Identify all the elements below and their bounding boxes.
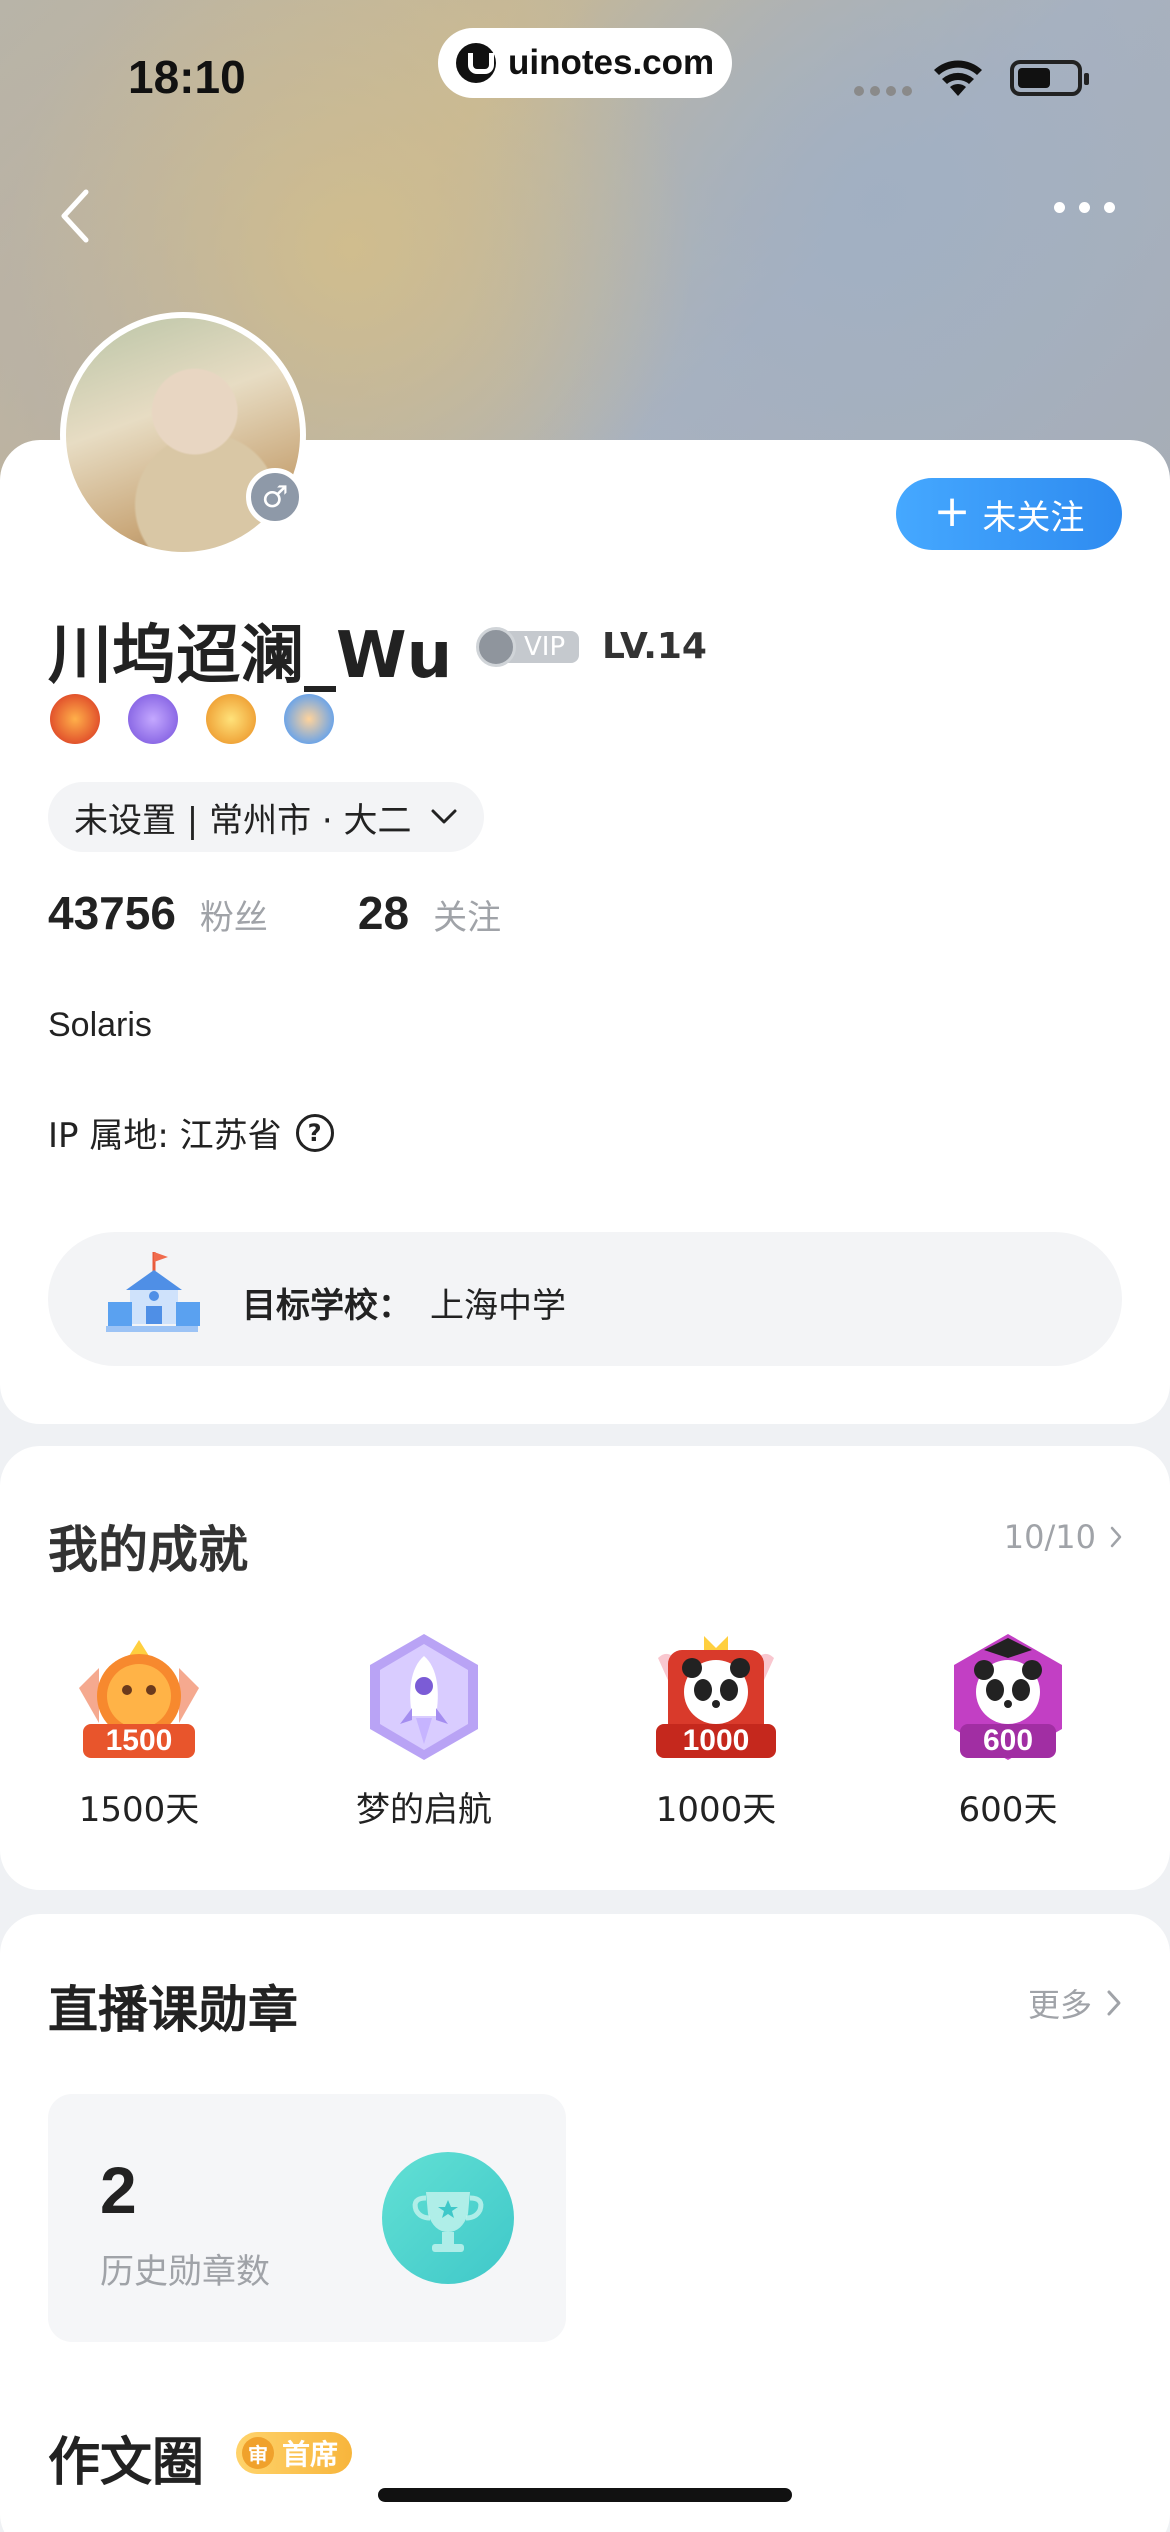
home-indicator[interactable] — [378, 2488, 792, 2502]
achievement-label: 梦的启航 — [356, 1790, 492, 1830]
wifi-icon — [934, 60, 982, 96]
back-chevron-icon[interactable] — [56, 186, 96, 246]
location-dropdown[interactable]: 未设置 | 常州市 · 大二 — [48, 782, 484, 852]
followers-count[interactable]: 43756 — [48, 886, 176, 940]
live-badges-title: 直播课勋章 — [48, 1981, 298, 2039]
achievement-label: 600天 — [958, 1790, 1058, 1830]
essay-circle-tag: 审 首席 — [236, 2432, 353, 2474]
bio: Solaris — [48, 1006, 152, 1044]
achievement-item[interactable]: 600 600天 — [862, 1628, 1154, 1831]
achievement-item[interactable]: 1000 1000天 — [570, 1628, 862, 1831]
status-time: 18:10 — [128, 51, 246, 103]
url-text: uinotes.com — [508, 43, 715, 82]
essay-circle-tag-label: 首席 — [282, 2438, 339, 2471]
vip-label: VIP — [506, 631, 580, 663]
chevron-right-icon — [1107, 1990, 1121, 2016]
target-school-value: 上海中学 — [430, 1286, 566, 1326]
medal-badge-mini-icon — [206, 694, 256, 744]
username: 川坞迢澜_Wu — [48, 619, 453, 693]
trophy-icon — [382, 2152, 514, 2284]
panda-600-badge-icon: 600 — [954, 1634, 1062, 1760]
ip-location-text: IP 属地: 江苏省 — [48, 1116, 282, 1156]
book-badge-mini-icon — [284, 694, 334, 744]
panda-1000-badge-icon: 1000 — [656, 1636, 776, 1758]
achievements-count: 10/10 — [1003, 1518, 1096, 1556]
achievement-item[interactable]: 梦的启航 — [278, 1628, 570, 1831]
follow-button-label: 未关注 — [982, 497, 1085, 538]
essay-circle-title[interactable]: 作文圈 — [48, 2420, 204, 2495]
chevron-down-icon — [431, 809, 456, 824]
badge-1500-number: 1500 — [106, 1724, 173, 1757]
ip-location: IP 属地: 江苏省 ? — [48, 1108, 334, 1157]
url-pill[interactable]: uinotes.com — [438, 28, 732, 98]
achievements-list: 1500 1500天 梦的启航 1000 1000天 600 600天 — [0, 1628, 1170, 1831]
follow-button[interactable]: + 未关注 — [896, 478, 1122, 550]
mini-badge-row[interactable] — [50, 694, 334, 744]
badge-1500-mini-icon — [50, 694, 100, 744]
battery-icon — [1010, 60, 1089, 96]
cellular-signal-icon — [854, 86, 912, 96]
rocket-badge-mini-icon — [128, 694, 178, 744]
help-icon[interactable]: ? — [295, 1113, 334, 1152]
plus-icon: + — [933, 486, 971, 537]
achievements-count-link[interactable]: 10/10 — [1004, 1518, 1122, 1556]
target-school-label: 目标学校： — [242, 1286, 412, 1326]
user-level: LV.14 — [602, 626, 707, 667]
location-text: 未设置 | 常州市 · 大二 — [74, 800, 412, 841]
vip-shield-icon — [476, 627, 516, 667]
live-badges-more-label: 更多 — [1027, 1986, 1092, 2024]
follow-stats: 43756 粉丝 28 关注 — [48, 886, 501, 940]
badge-count: 2 — [100, 2153, 137, 2227]
badge-1000-number: 1000 — [683, 1724, 750, 1757]
site-logo-icon — [456, 43, 496, 83]
followers-label[interactable]: 粉丝 — [200, 890, 268, 939]
live-badges-more-link[interactable]: 更多 — [1028, 1980, 1122, 2026]
badge-1500-icon: 1500 — [79, 1640, 199, 1758]
review-badge-icon: 审 — [242, 2437, 274, 2469]
badge-600-number: 600 — [983, 1724, 1033, 1757]
school-building-icon — [106, 1252, 200, 1332]
vip-badge[interactable]: VIP — [476, 627, 580, 667]
badge-count-card[interactable]: 2 历史勋章数 — [48, 2094, 566, 2342]
target-school-card[interactable]: 目标学校： 上海中学 — [48, 1232, 1122, 1366]
achievement-item[interactable]: 1500 1500天 — [0, 1628, 278, 1831]
achievement-label: 1000天 — [655, 1790, 777, 1830]
following-count[interactable]: 28 — [358, 886, 409, 940]
badge-count-label: 历史勋章数 — [100, 2252, 270, 2292]
male-icon: ♂ — [246, 468, 304, 526]
achievements-section: 我的成就 10/10 1500 1500天 梦的启航 1000 1000天 60… — [0, 1446, 1170, 1890]
following-label[interactable]: 关注 — [433, 890, 501, 939]
rocket-badge-icon — [370, 1634, 478, 1760]
achievements-title: 我的成就 — [48, 1521, 248, 1579]
more-dots-icon[interactable] — [1054, 202, 1115, 213]
achievement-label: 1500天 — [78, 1790, 200, 1830]
chevron-right-icon — [1110, 1526, 1122, 1548]
